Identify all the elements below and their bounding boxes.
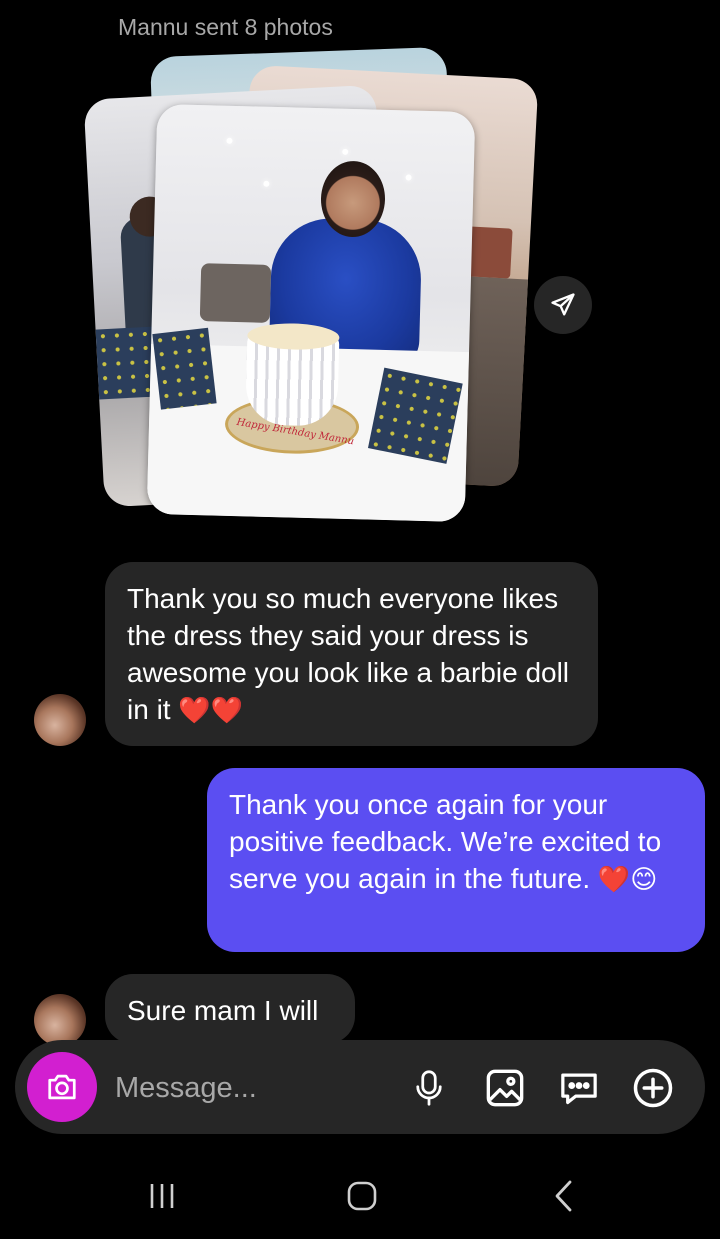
sender-avatar[interactable] [34, 994, 86, 1046]
send-icon [551, 293, 575, 316]
photo-card-front[interactable]: Happy Birthday Mannu [146, 103, 476, 523]
heart-emoji: ❤️❤️ [178, 695, 244, 725]
gallery-icon [486, 1069, 524, 1107]
home-icon [347, 1181, 377, 1211]
share-photos-button[interactable] [534, 276, 592, 334]
back-icon [555, 1180, 572, 1212]
camera-icon [48, 1074, 76, 1100]
message-text: Sure mam I will [127, 995, 319, 1026]
message-text: Thank you once again for your positive f… [229, 789, 662, 894]
emoji: ❤️😊 [597, 864, 658, 894]
plus-icon [633, 1068, 673, 1108]
message-outgoing[interactable]: Thank you once again for your positive f… [207, 768, 705, 952]
recents-icon [150, 1184, 174, 1208]
sticker-chat-icon [561, 1073, 597, 1105]
microphone-icon [416, 1070, 442, 1106]
voice-message-button[interactable] [407, 1066, 451, 1110]
gift-box [367, 367, 463, 464]
sender-avatar[interactable] [34, 694, 86, 746]
photo-group-caption: Mannu sent 8 photos [118, 14, 333, 40]
message-incoming[interactable]: Thank you so much everyone likes the dre… [105, 562, 598, 746]
message-input[interactable] [113, 1066, 397, 1110]
sofa [199, 263, 272, 323]
home-button[interactable] [332, 1174, 392, 1218]
recents-button[interactable] [132, 1174, 192, 1218]
sticker-button[interactable] [557, 1066, 601, 1110]
back-button[interactable] [534, 1174, 594, 1218]
gift-box [152, 327, 217, 410]
gallery-button[interactable] [483, 1066, 527, 1110]
camera-button[interactable] [27, 1052, 97, 1122]
system-navigation-bar [0, 1150, 720, 1239]
message-incoming[interactable]: Sure mam I will [105, 974, 355, 1044]
more-options-button[interactable] [631, 1066, 675, 1110]
message-composer [15, 1040, 705, 1134]
